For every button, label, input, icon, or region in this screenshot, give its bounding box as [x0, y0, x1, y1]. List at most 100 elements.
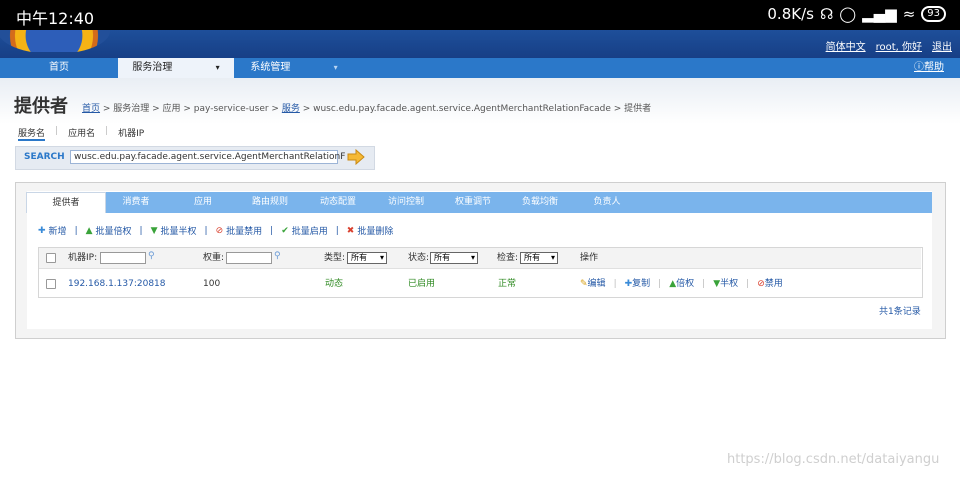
- toolbar-separator: |: [335, 225, 339, 236]
- nav-service-governance[interactable]: 服务治理 ▾: [118, 58, 234, 78]
- ip-filter-input[interactable]: [100, 252, 146, 264]
- search-type-tabs: 服务名 | 应用名 | 机器IP: [18, 126, 144, 141]
- row-check: 正常: [498, 279, 517, 289]
- nav-system-management-label: 系统管理: [250, 62, 291, 73]
- check-icon: ✔: [281, 225, 289, 236]
- batch-delete-label: 批量删除: [357, 227, 394, 237]
- disable-action[interactable]: ⊘禁用: [757, 278, 783, 290]
- breadcrumb-trail-1: > 服务治理 > 应用 > pay-service-user >: [100, 104, 282, 114]
- search-tab-service[interactable]: 服务名: [18, 126, 46, 141]
- batch-double-weight-button[interactable]: ▲ 批量倍权: [85, 224, 132, 238]
- copy-label: 复制: [632, 279, 651, 289]
- batch-enable-label: 批量启用: [291, 227, 328, 237]
- status-right: 0.8K/s ☊ ◯ ▂▄▆ ≈ 93: [767, 5, 946, 23]
- status-filter-select[interactable]: 所有 ▾: [430, 252, 478, 264]
- page-title: 提供者: [14, 96, 68, 117]
- dropdown-arrow-icon: ▾: [333, 63, 338, 72]
- help-link[interactable]: ⓘ帮助: [914, 58, 944, 78]
- weight-filter-input[interactable]: [226, 252, 272, 264]
- arrow-up-icon: ▲: [85, 225, 93, 236]
- check-filter-select[interactable]: 所有 ▾: [520, 252, 558, 264]
- tab-dynamic-config[interactable]: 动态配置: [308, 192, 368, 213]
- top-bar: [0, 30, 960, 58]
- tab-consumers[interactable]: 消费者: [108, 192, 164, 213]
- search-tab-ip[interactable]: 机器IP: [118, 126, 144, 141]
- header-operations: 操作: [580, 253, 599, 263]
- copy-action[interactable]: ✚复制: [625, 278, 651, 290]
- action-separator: |: [746, 279, 750, 289]
- arrow-down-icon: ▼: [150, 225, 158, 236]
- wifi-icon: ≈: [902, 5, 916, 23]
- batch-half-weight-button[interactable]: ▼ 批量半权: [150, 224, 197, 238]
- status-time: 中午12:40: [16, 9, 95, 28]
- action-toolbar: ✚ 新增 | ▲ 批量倍权 | ▼ 批量半权 | ⊘ 批量禁用 | ✔ 批量启用 | ✖ 批…: [38, 224, 394, 238]
- top-links: 简体中文 root, 你好 退出: [826, 38, 952, 53]
- main-nav: 首页 服务治理 ▾ 系统管理 ▾: [0, 58, 960, 79]
- search-go-icon[interactable]: [346, 149, 366, 165]
- tab-routing-rules[interactable]: 路由规则: [240, 192, 300, 213]
- row-actions: ✎编辑 | ✚复制 | ▲倍权 | ▼半权 | ⊘禁用: [580, 278, 783, 290]
- edit-action[interactable]: ✎编辑: [580, 278, 606, 290]
- plus-icon: ✚: [38, 225, 46, 236]
- row-ip[interactable]: 192.168.1.137:20818: [68, 278, 166, 290]
- watermark: https://blog.csdn.net/dataiyangu: [727, 452, 940, 467]
- search-label: SEARCH: [24, 152, 65, 162]
- row-checkbox[interactable]: [46, 279, 56, 289]
- tab-applications[interactable]: 应用: [176, 192, 230, 213]
- action-separator: |: [658, 279, 662, 289]
- status-filter-value: 所有: [434, 253, 450, 262]
- batch-enable-button[interactable]: ✔ 批量启用: [281, 224, 328, 238]
- dubbo-logo: [0, 30, 110, 52]
- batch-disable-button[interactable]: ⊘ 批量禁用: [215, 224, 263, 238]
- tab-separator: |: [105, 126, 109, 136]
- breadcrumb-home[interactable]: 首页: [82, 104, 100, 114]
- header-status: 状态:: [408, 253, 430, 263]
- tab-providers[interactable]: 提供者: [26, 192, 106, 213]
- tab-separator: |: [55, 126, 59, 136]
- double-weight-label: 倍权: [676, 279, 695, 289]
- type-filter-value: 所有: [351, 253, 367, 262]
- headphone-icon: ☊: [819, 5, 834, 23]
- select-all-checkbox[interactable]: [46, 253, 56, 263]
- dropdown-arrow-icon: ▾: [379, 253, 384, 262]
- ban-icon: ⊘: [757, 279, 765, 289]
- table-header: [39, 248, 921, 269]
- help-icon: ⓘ: [914, 62, 924, 73]
- language-link[interactable]: 简体中文: [826, 38, 866, 53]
- nav-home[interactable]: 首页: [0, 58, 118, 78]
- pencil-icon: ✎: [580, 279, 588, 289]
- tab-load-balance[interactable]: 负载均衡: [510, 192, 570, 213]
- user-greeting[interactable]: root, 你好: [876, 38, 922, 53]
- half-weight-label: 半权: [720, 279, 739, 289]
- batch-disable-label: 批量禁用: [226, 227, 263, 237]
- dropdown-arrow-icon: ▾: [550, 253, 555, 262]
- logout-link[interactable]: 退出: [932, 38, 952, 53]
- dropdown-arrow-icon: ▾: [215, 63, 220, 72]
- nav-system-management[interactable]: 系统管理 ▾: [234, 58, 354, 78]
- search-icon[interactable]: ⚲: [148, 251, 155, 261]
- tab-access-control[interactable]: 访问控制: [376, 192, 436, 213]
- toolbar-separator: |: [74, 225, 78, 236]
- search-input[interactable]: wusc.edu.pay.facade.agent.service.AgentM…: [70, 150, 345, 164]
- status-bar: 中午12:40 0.8K/s ☊ ◯ ▂▄▆ ≈ 93: [0, 0, 960, 30]
- nav-service-governance-label: 服务治理: [132, 62, 173, 73]
- double-weight-action[interactable]: ▲倍权: [669, 278, 694, 290]
- batch-delete-button[interactable]: ✖ 批量删除: [347, 224, 394, 238]
- search-tab-application[interactable]: 应用名: [68, 126, 95, 141]
- header-weight: 权重:: [203, 253, 225, 263]
- search-icon[interactable]: ⚲: [274, 251, 281, 261]
- dropdown-arrow-icon: ▾: [470, 253, 475, 262]
- action-separator: |: [702, 279, 706, 289]
- breadcrumb-service[interactable]: 服务: [282, 104, 300, 114]
- breadcrumb-trail-2: > wusc.edu.pay.facade.agent.service.Agen…: [299, 104, 652, 114]
- tab-weight-adjust[interactable]: 权重调节: [443, 192, 503, 213]
- row-weight: 100: [203, 279, 221, 289]
- type-filter-select[interactable]: 所有 ▾: [347, 252, 387, 264]
- ban-icon: ⊘: [215, 225, 224, 236]
- half-weight-action[interactable]: ▼半权: [713, 278, 738, 290]
- breadcrumb: 首页 > 服务治理 > 应用 > pay-service-user > 服务 >…: [82, 101, 651, 114]
- help-label: 帮助: [924, 62, 944, 73]
- add-button[interactable]: ✚ 新增: [38, 224, 67, 238]
- tab-owners[interactable]: 负责人: [578, 192, 636, 213]
- toolbar-separator: |: [270, 225, 274, 236]
